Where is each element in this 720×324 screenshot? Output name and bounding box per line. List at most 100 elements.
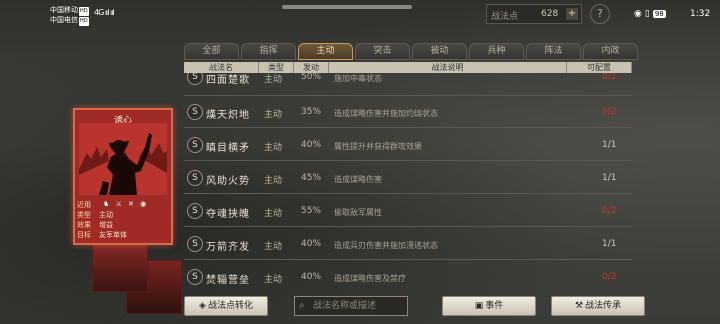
inherit-tactic-button[interactable]: ⚒ 战法传承	[551, 296, 645, 316]
tactic-name: 四面楚歌	[206, 75, 250, 86]
selected-tactic-card[interactable]: 诱心 ♞ ⚔ ✕ ◉ 近用 类型 主动 效果 增益 目标 友军单体	[73, 108, 173, 245]
carrier-1-tag: HD	[79, 7, 89, 16]
tab-active[interactable]: 主动	[298, 43, 353, 60]
convert-points-label: 战法点转化	[207, 301, 253, 311]
table-row[interactable]: S 瞋目横矛 主动 40% 属性提升并获得群攻效果 1/1	[184, 130, 632, 161]
convert-points-button[interactable]: ◈ 战法点转化	[184, 296, 268, 316]
rank-badge: S	[187, 170, 203, 186]
carrier-2: 中国电信	[50, 16, 78, 24]
tactic-type: 主动	[264, 209, 283, 219]
tactic-points-box: 战法点 628 +	[486, 4, 582, 24]
tactic-assign: 0/2	[602, 107, 617, 117]
events-icon: ▣	[474, 301, 484, 311]
tab-formation[interactable]: 阵法	[526, 43, 581, 60]
system-icons: ◉ ▯ 98	[634, 9, 669, 19]
tab-internal[interactable]: 内政	[583, 43, 638, 60]
tactic-name: 夺魂挟魄	[206, 209, 250, 220]
tab-command[interactable]: 指挥	[241, 43, 296, 60]
tactic-prob: 40%	[301, 239, 322, 249]
tactic-points-value: 628	[541, 9, 559, 19]
help-button[interactable]: ?	[590, 4, 610, 24]
card-info-key: 效果	[77, 221, 91, 229]
table-row[interactable]: S 焚辎营垒 主动 40% 造成谋略伤害及禁疗 0/2	[184, 262, 632, 290]
table-row[interactable]: S 万箭齐发 主动 40% 造成兵刃伤害并施加溃逃状态 1/1	[184, 229, 632, 260]
rank-badge: S	[187, 236, 203, 252]
add-points-button[interactable]: +	[566, 8, 578, 20]
tactic-prob: 40%	[301, 140, 322, 150]
vibrate-icon: ▯	[644, 9, 650, 19]
carrier-info: 中国移动 HD 中国电信 HD	[50, 6, 89, 26]
rank-badge: S	[187, 203, 203, 219]
events-button[interactable]: ▣ 事件	[442, 296, 536, 316]
tactic-type: 主动	[264, 143, 283, 153]
tactic-name: 风助火势	[206, 176, 250, 187]
tactic-assign: 1/1	[602, 173, 617, 183]
tactic-type: 主动	[264, 275, 283, 285]
category-tabs: 全部 指挥 主动 突击 被动 兵种 阵法 内政	[184, 43, 640, 60]
tactic-desc: 造成谋略伤害	[334, 175, 382, 184]
tactic-assign: 0/2	[602, 272, 617, 282]
card-info-key: 类型	[77, 211, 91, 219]
tactic-name: 熯天炽地	[206, 110, 250, 121]
table-row[interactable]: S 夺魂挟魄 主动 55% 偷取敌军属性 0/2	[184, 196, 632, 227]
status-bar: 中国移动 HD 中国电信 HD 4G ııl ııl 战法点 628 + ? ◉ ▯ 9…	[0, 0, 720, 32]
tab-troop[interactable]: 兵种	[469, 43, 524, 60]
table-header: 战法名 类型 发动 战法说明 可配置	[184, 62, 632, 73]
tab-passive[interactable]: 被动	[412, 43, 467, 60]
tactic-prob: 55%	[301, 206, 322, 216]
tactic-type: 主动	[264, 75, 283, 85]
tactic-desc: 属性提升并获得群攻效果	[334, 142, 422, 151]
tactic-name: 瞋目横矛	[206, 143, 250, 154]
tactic-prob: 40%	[301, 272, 322, 282]
convert-icon: ◈	[199, 301, 206, 311]
tactic-points-label: 战法点	[491, 12, 519, 22]
tactic-prob: 35%	[301, 107, 322, 117]
search-icon: ⌕	[299, 300, 305, 311]
tactic-name: 焚辎营垒	[206, 275, 250, 286]
events-label: 事件	[485, 301, 504, 311]
inherit-icon: ⚒	[574, 301, 584, 311]
tab-assault[interactable]: 突击	[355, 43, 410, 60]
search-input[interactable]	[313, 298, 405, 314]
tactic-name: 万箭齐发	[206, 242, 250, 253]
card-info-key: 目标	[77, 231, 91, 239]
col-prob[interactable]: 发动	[294, 62, 329, 73]
tactic-prob: 50%	[301, 73, 322, 82]
tactic-desc: 造成谋略伤害并施加灼烧状态	[334, 109, 438, 118]
table-row[interactable]: S 风助火势 主动 45% 造成谋略伤害 1/1	[184, 163, 632, 194]
clock: 1:32	[690, 9, 711, 19]
table-row[interactable]: S 熯天炽地 主动 35% 造成谋略伤害并施加灼烧状态 0/2	[184, 97, 632, 128]
col-assign[interactable]: 可配置	[567, 62, 632, 73]
battery-icon: 98	[652, 10, 666, 18]
card-info-value: 增益	[99, 221, 113, 229]
tactic-list[interactable]: S 四面楚歌 主动 50% 施加中毒状态 0/2 S 熯天炽地 主动 35% 造…	[184, 73, 632, 290]
tactic-type: 主动	[264, 176, 283, 186]
card-info-value: 主动	[99, 211, 113, 219]
eye-icon: ◉	[634, 9, 642, 19]
tactic-assign: 1/1	[602, 239, 617, 249]
col-desc: 战法说明	[329, 62, 567, 73]
tactic-assign: 0/2	[602, 73, 617, 82]
card-info: 近用 类型 主动 效果 增益 目标 友军单体	[77, 200, 169, 240]
card-stack-back	[92, 240, 148, 292]
tab-all[interactable]: 全部	[184, 43, 239, 60]
drag-handle[interactable]	[282, 5, 412, 9]
search-box[interactable]: ⌕	[294, 296, 408, 316]
signal-icon: 4G ııl ııl	[94, 8, 115, 17]
card-info-value: 友军单体	[99, 231, 127, 239]
tactic-assign: 0/2	[602, 206, 617, 216]
tactic-desc: 造成谋略伤害及禁疗	[334, 274, 406, 283]
warrior-silhouette-art	[79, 123, 167, 195]
card-info-key: 近用	[77, 201, 91, 209]
tactic-assign: 1/1	[602, 140, 617, 150]
rank-badge: S	[187, 73, 203, 85]
tactic-type: 主动	[264, 242, 283, 252]
tactic-prob: 45%	[301, 173, 322, 183]
tactic-desc: 偷取敌军属性	[334, 208, 382, 217]
rank-badge: S	[187, 269, 203, 285]
table-row[interactable]: S 四面楚歌 主动 50% 施加中毒状态 0/2	[184, 73, 632, 96]
rank-badge: S	[187, 137, 203, 153]
col-name[interactable]: 战法名	[184, 62, 259, 73]
col-type[interactable]: 类型	[259, 62, 294, 73]
tactic-desc: 施加中毒状态	[334, 74, 382, 83]
